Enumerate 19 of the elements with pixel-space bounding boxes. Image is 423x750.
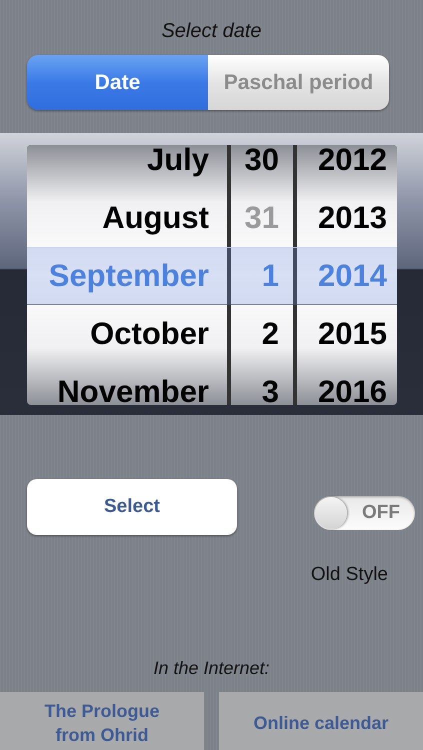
picker-wheel[interactable]: July August September October November — [27, 145, 227, 405]
picker-value[interactable]: 30 — [244, 145, 279, 178]
segment-tab[interactable]: Date — [27, 55, 208, 110]
picker-value[interactable]: November — [57, 374, 209, 405]
select-button[interactable]: Select — [27, 479, 237, 535]
toggle-label: Old Style — [310, 563, 388, 587]
picker-value[interactable]: July — [146, 145, 209, 178]
picker-value[interactable]: October — [90, 316, 209, 352]
picker-value[interactable]: 2013 — [318, 200, 387, 236]
picker-value[interactable]: 2 — [262, 316, 279, 352]
picker-value[interactable]: 3 — [262, 374, 279, 405]
section-heading: In the Internet: — [153, 657, 270, 680]
picker-wheel[interactable]: 2012 2013 2014 2015 2016 — [297, 145, 397, 405]
picker-value[interactable]: 2016 — [318, 374, 387, 405]
picker-value[interactable]: 2015 — [318, 316, 387, 352]
screen-title: Select date — [161, 19, 262, 44]
toggle-switch[interactable]: OFF — [314, 496, 415, 530]
picker-value[interactable]: 2012 — [318, 145, 387, 178]
picker-value[interactable]: August — [102, 200, 209, 236]
